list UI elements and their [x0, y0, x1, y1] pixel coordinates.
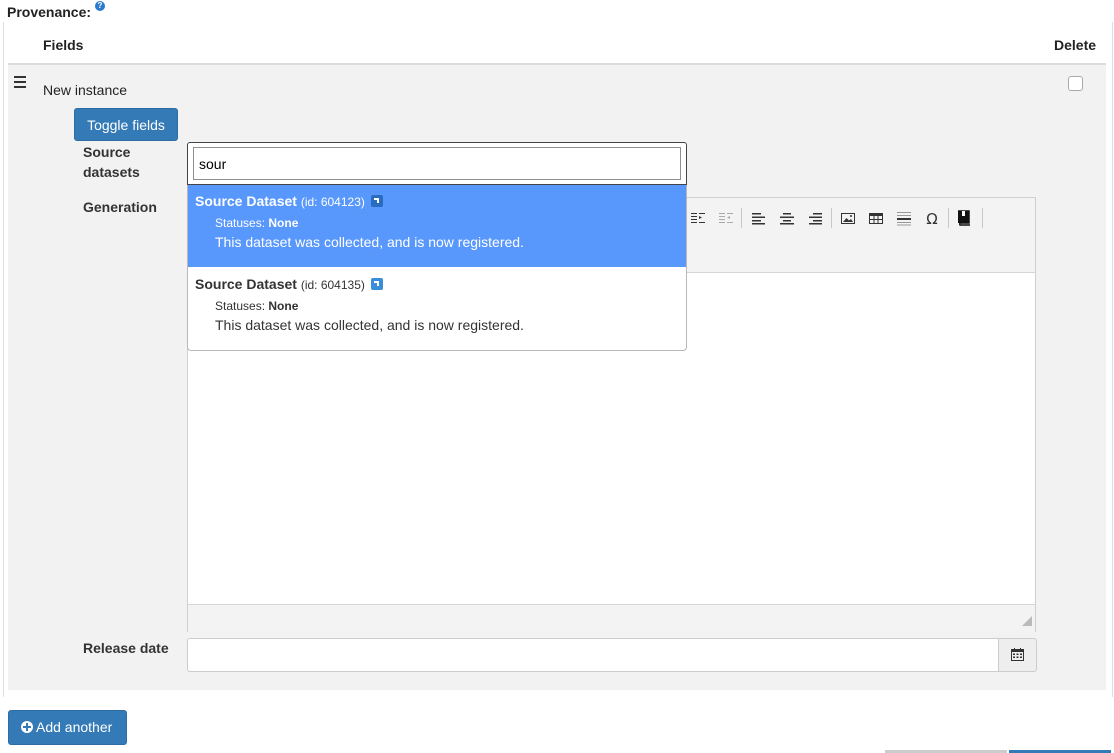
plus-circle-icon: [21, 721, 33, 733]
toolbar-separator: [741, 208, 742, 228]
instance-title: New instance: [43, 82, 128, 98]
bookmark-icon[interactable]: [956, 210, 972, 226]
delete-column-header: Delete: [1054, 37, 1097, 53]
result-title: Source Dataset: [195, 193, 297, 209]
align-right-icon[interactable]: [807, 210, 823, 226]
search-result-item[interactable]: Source Dataset (id: 604123) Statuses: No…: [188, 185, 686, 267]
result-title: Source Dataset: [195, 276, 297, 292]
resize-handle-icon[interactable]: [1022, 616, 1032, 626]
omega-icon[interactable]: Ω: [924, 210, 940, 226]
align-center-icon[interactable]: [779, 210, 795, 226]
indent-icon[interactable]: [690, 210, 706, 226]
editor-statusbar: [188, 604, 1035, 632]
image-icon[interactable]: [840, 210, 856, 226]
fields-column-header: Fields: [43, 37, 84, 53]
release-date-input[interactable]: [187, 638, 999, 672]
toolbar-separator: [948, 208, 949, 228]
result-id: (id: 604135): [300, 278, 365, 292]
svg-text:Ω: Ω: [926, 210, 937, 226]
release-date-label: Release date: [83, 640, 169, 656]
outdent-icon[interactable]: [718, 210, 734, 226]
horizontal-rule-icon[interactable]: [896, 210, 912, 226]
generation-label: Generation: [83, 199, 157, 215]
result-status-value: None: [268, 216, 299, 230]
table-icon[interactable]: [868, 210, 884, 226]
help-icon[interactable]: ?: [95, 1, 105, 11]
search-results-dropdown: Source Dataset (id: 604123) Statuses: No…: [187, 185, 687, 351]
result-status-label: Statuses:: [215, 216, 266, 230]
calendar-icon: [1011, 648, 1024, 661]
search-result-item[interactable]: Source Dataset (id: 604135) Statuses: No…: [188, 268, 686, 350]
toolbar-separator: [982, 208, 983, 228]
toggle-fields-button[interactable]: Toggle fields: [74, 108, 178, 141]
source-datasets-search-input[interactable]: [193, 147, 681, 180]
toolbar-separator: [831, 208, 832, 228]
add-another-label: Add another: [36, 719, 113, 735]
source-datasets-label: Source datasets: [83, 144, 140, 180]
external-link-icon[interactable]: [370, 195, 383, 207]
add-another-button[interactable]: Add another: [8, 710, 127, 745]
result-description: This dataset was collected, and is now r…: [215, 234, 524, 250]
result-description: This dataset was collected, and is now r…: [215, 317, 524, 333]
drag-handle-icon[interactable]: [14, 76, 26, 88]
result-status-value: None: [268, 299, 299, 313]
align-left-icon[interactable]: [751, 210, 767, 226]
result-id: (id: 604123): [300, 195, 365, 209]
delete-checkbox[interactable]: [1068, 76, 1083, 91]
result-status-label: Statuses:: [215, 299, 266, 313]
external-link-icon[interactable]: [370, 278, 383, 290]
provenance-label: Provenance:: [7, 4, 92, 20]
